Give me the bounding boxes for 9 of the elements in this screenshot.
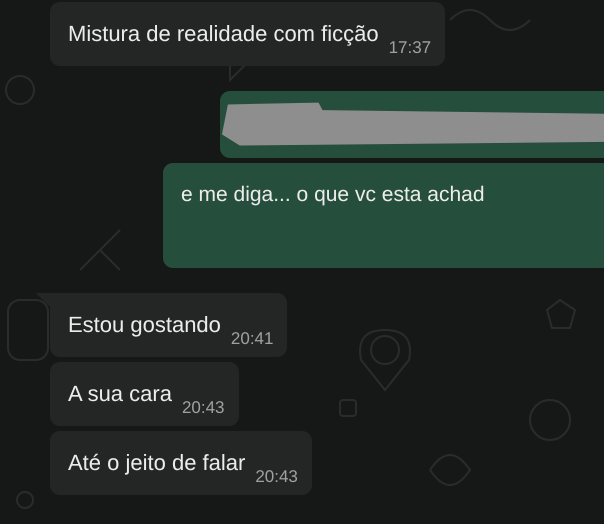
- message-time: 20:43: [182, 398, 224, 418]
- message-text: A sua cara: [68, 380, 172, 408]
- message-text: Mistura de realidade com ficção: [68, 20, 379, 48]
- message-time: 20:41: [230, 329, 274, 349]
- message-text: Estou gostando: [68, 311, 221, 339]
- message-time: 17:37: [388, 38, 432, 58]
- message-text: Até o jeito de falar: [68, 449, 246, 477]
- message-time: 20:43: [255, 467, 298, 487]
- message-text: e me diga... o que vc esta achad: [181, 183, 485, 208]
